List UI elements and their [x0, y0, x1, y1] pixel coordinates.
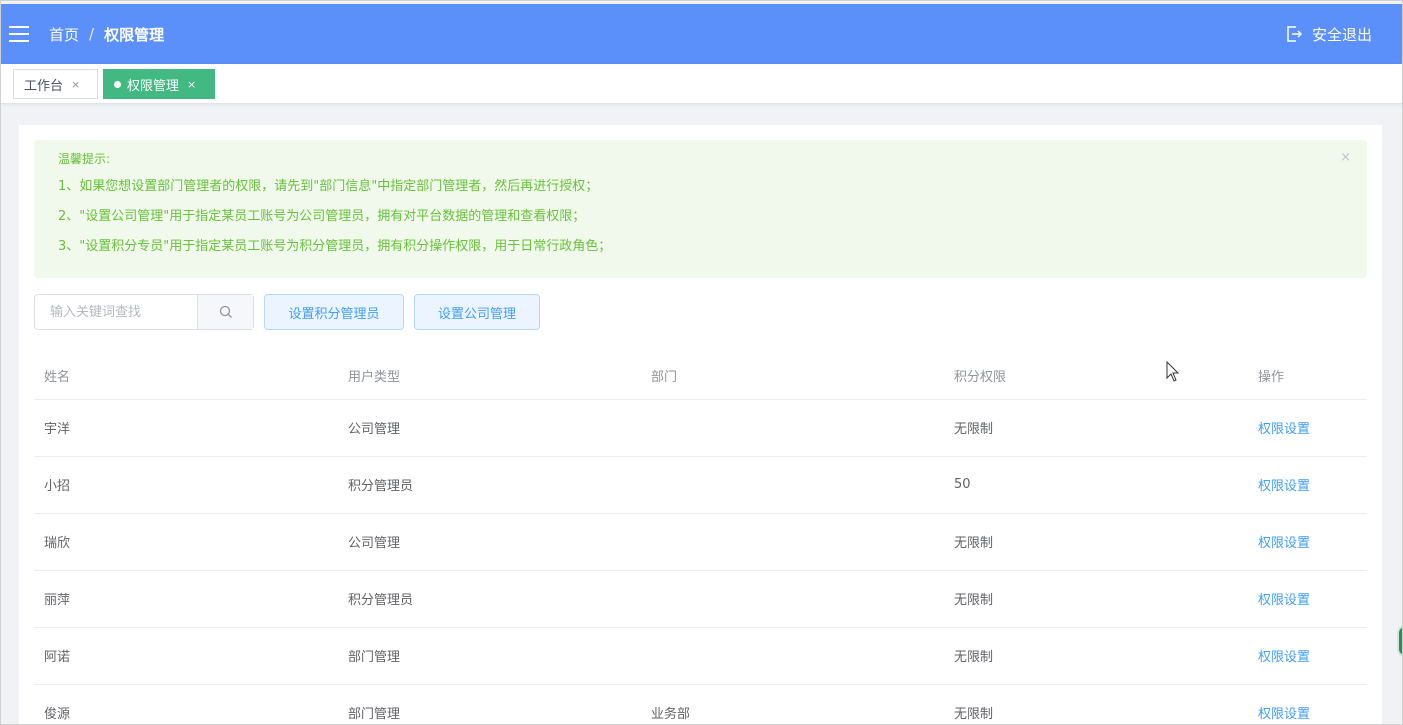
table-row: 小招 积分管理员 50 权限设置 [34, 456, 1367, 514]
tab-permission[interactable]: 权限管理 × [103, 69, 215, 99]
app-frame: 首页 / 权限管理 安全退出 工作台 × 权限管理 × 温馨提示: 1、如果您想… [0, 0, 1403, 725]
content-card: 温馨提示: 1、如果您想设置部门管理者的权限，请先到"部门信息"中指定部门管理者… [19, 125, 1382, 724]
cell-points: 无限制 [944, 399, 1248, 457]
header-dept: 部门 [641, 353, 944, 400]
logout-label: 安全退出 [1311, 25, 1372, 44]
permission-setting-link[interactable]: 权限设置 [1258, 593, 1310, 608]
menu-toggle-icon[interactable] [9, 26, 29, 42]
permission-setting-link[interactable]: 权限设置 [1258, 422, 1310, 437]
cell-name: 俊源 [34, 684, 338, 724]
cell-op: 权限设置 [1248, 570, 1367, 628]
top-header: 首页 / 权限管理 安全退出 [1, 4, 1402, 64]
tab-workbench[interactable]: 工作台 × [13, 69, 98, 99]
cell-points: 50 [944, 456, 1248, 514]
header-op: 操作 [1248, 353, 1367, 400]
alert-line-2: 2、"设置公司管理"用于指定某员工账号为公司管理员，拥有对平台数据的管理和查看权… [58, 209, 586, 224]
breadcrumb-separator: / [89, 25, 95, 43]
logout-icon [1287, 26, 1303, 42]
cell-type: 部门管理 [338, 627, 641, 685]
cell-type: 积分管理员 [338, 570, 641, 628]
alert-line-1: 1、如果您想设置部门管理者的权限，请先到"部门信息"中指定部门管理者，然后再进行… [58, 179, 599, 194]
cell-type: 公司管理 [338, 513, 641, 571]
header-type: 用户类型 [338, 353, 641, 400]
search-icon [219, 305, 232, 318]
tab-permission-close-icon[interactable]: × [187, 78, 196, 91]
search-input[interactable] [35, 295, 197, 329]
cell-dept [641, 399, 944, 457]
floating-widget-icon[interactable] [1397, 625, 1402, 657]
cell-name: 小招 [34, 456, 338, 514]
breadcrumb: 首页 / 权限管理 [49, 24, 164, 45]
permission-setting-link[interactable]: 权限设置 [1258, 536, 1310, 551]
cell-name: 瑞欣 [34, 513, 338, 571]
cell-type: 积分管理员 [338, 456, 641, 514]
active-dot-icon [114, 80, 121, 88]
cell-dept [641, 513, 944, 571]
cell-op: 权限设置 [1248, 399, 1367, 457]
breadcrumb-current: 权限管理 [104, 25, 165, 44]
search-button[interactable] [197, 295, 253, 329]
cell-type: 部门管理 [338, 684, 641, 724]
cell-op: 权限设置 [1248, 456, 1367, 514]
alert-title: 温馨提示: [58, 152, 111, 166]
table-row: 丽萍 积分管理员 无限制 权限设置 [34, 570, 1367, 628]
table-row: 瑞欣 公司管理 无限制 权限设置 [34, 513, 1367, 571]
set-points-admin-button[interactable]: 设置积分管理员 [264, 294, 404, 330]
tab-workbench-close-icon[interactable]: × [71, 78, 80, 91]
cell-dept [641, 570, 944, 628]
table-row: 宇洋 公司管理 无限制 权限设置 [34, 399, 1367, 457]
logout-button[interactable]: 安全退出 [1284, 4, 1372, 64]
alert-close-icon[interactable]: × [1340, 150, 1351, 165]
mouse-cursor-icon [1166, 361, 1180, 382]
set-company-admin-button[interactable]: 设置公司管理 [414, 294, 540, 330]
search-box [34, 294, 254, 330]
breadcrumb-home[interactable]: 首页 [49, 24, 79, 45]
permission-setting-link[interactable]: 权限设置 [1258, 707, 1310, 722]
cell-dept [641, 627, 944, 685]
tips-alert: 温馨提示: 1、如果您想设置部门管理者的权限，请先到"部门信息"中指定部门管理者… [34, 140, 1367, 278]
alert-line-3: 3、"设置积分专员"用于指定某员工账号为积分管理员，拥有积分操作权限，用于日常行… [58, 239, 612, 254]
permission-setting-link[interactable]: 权限设置 [1258, 650, 1310, 665]
cell-op: 权限设置 [1248, 627, 1367, 685]
cell-points: 无限制 [944, 627, 1248, 685]
cell-points: 无限制 [944, 513, 1248, 571]
permission-setting-link[interactable]: 权限设置 [1258, 479, 1310, 494]
cell-name: 丽萍 [34, 570, 338, 628]
cell-type: 公司管理 [338, 399, 641, 457]
cell-points: 无限制 [944, 684, 1248, 724]
cell-points: 无限制 [944, 570, 1248, 628]
cell-op: 权限设置 [1248, 513, 1367, 571]
cell-dept [641, 456, 944, 514]
cell-name: 宇洋 [34, 399, 338, 457]
cell-name: 阿诺 [34, 627, 338, 685]
tab-bar: 工作台 × 权限管理 × [1, 64, 1402, 104]
header-name: 姓名 [34, 353, 338, 400]
cell-op: 权限设置 [1248, 684, 1367, 724]
header-points: 积分权限 [944, 353, 1248, 400]
permission-table: 姓名 用户类型 部门 积分权限 操作 宇洋 公司管理 无限制 权限设置 小招 积… [34, 353, 1367, 724]
table-row: 俊源 部门管理 业务部 无限制 权限设置 [34, 684, 1367, 724]
tab-workbench-label: 工作台 [24, 78, 64, 94]
cell-dept: 业务部 [641, 684, 944, 724]
table-row: 阿诺 部门管理 无限制 权限设置 [34, 627, 1367, 685]
tab-permission-label: 权限管理 [127, 78, 180, 94]
